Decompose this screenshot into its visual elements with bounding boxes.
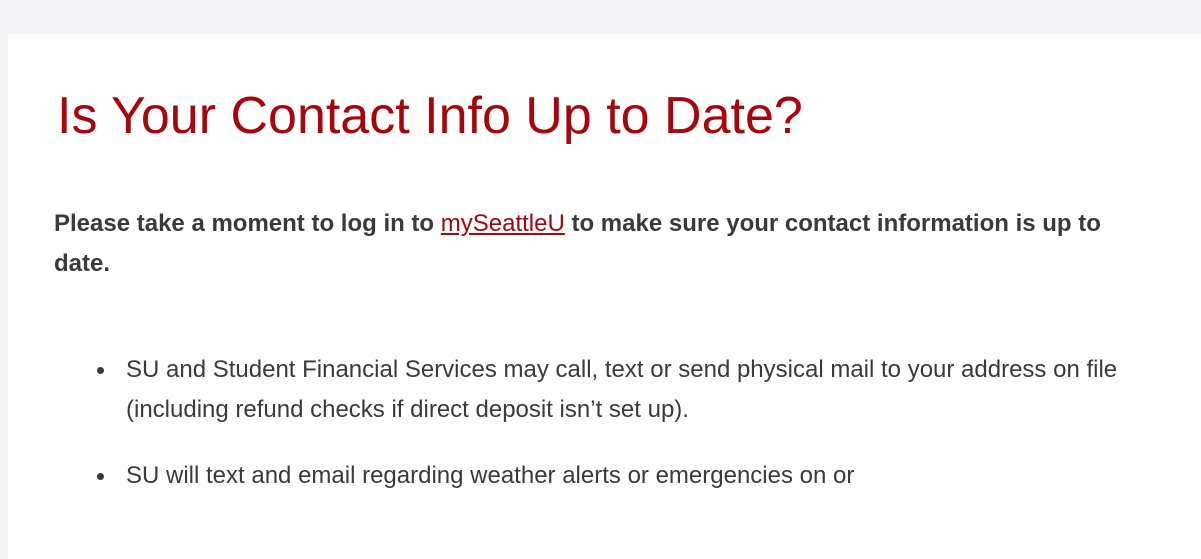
list-item-text: SU and Student Financial Services may ca…	[126, 356, 1118, 423]
myseattleu-link[interactable]: mySeattleU	[441, 210, 565, 237]
intro-text-before-link: Please take a moment to log in to	[54, 210, 441, 237]
bullet-dot-icon	[97, 473, 104, 480]
content-card: Is Your Contact Info Up to Date? Please …	[8, 34, 1201, 559]
info-bullet-list: SU and Student Financial Services may ca…	[86, 350, 1186, 522]
list-item-text: SU will text and email regarding weather…	[126, 462, 855, 489]
intro-paragraph: Please take a moment to log in to mySeat…	[54, 204, 1114, 284]
page-title: Is Your Contact Info Up to Date?	[57, 87, 803, 145]
list-item: SU will text and email regarding weather…	[97, 456, 1186, 496]
bullet-dot-icon	[97, 367, 104, 374]
list-item: SU and Student Financial Services may ca…	[97, 350, 1186, 430]
